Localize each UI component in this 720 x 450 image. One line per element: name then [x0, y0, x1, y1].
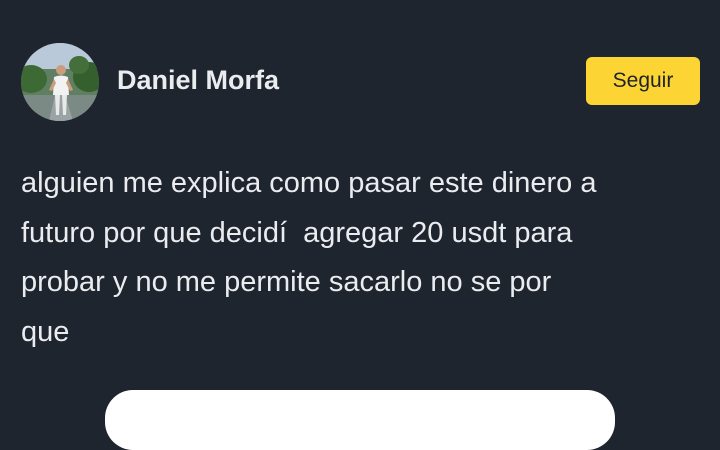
post-header: Daniel Morfa Seguir: [0, 0, 720, 150]
author-name[interactable]: Daniel Morfa: [117, 64, 279, 96]
follow-button[interactable]: Seguir: [586, 57, 700, 105]
user-photo-avatar-icon: [21, 43, 99, 121]
bottom-card[interactable]: [105, 390, 615, 450]
post-text: alguien me explica como pasar este diner…: [21, 167, 597, 348]
avatar[interactable]: [21, 43, 99, 121]
